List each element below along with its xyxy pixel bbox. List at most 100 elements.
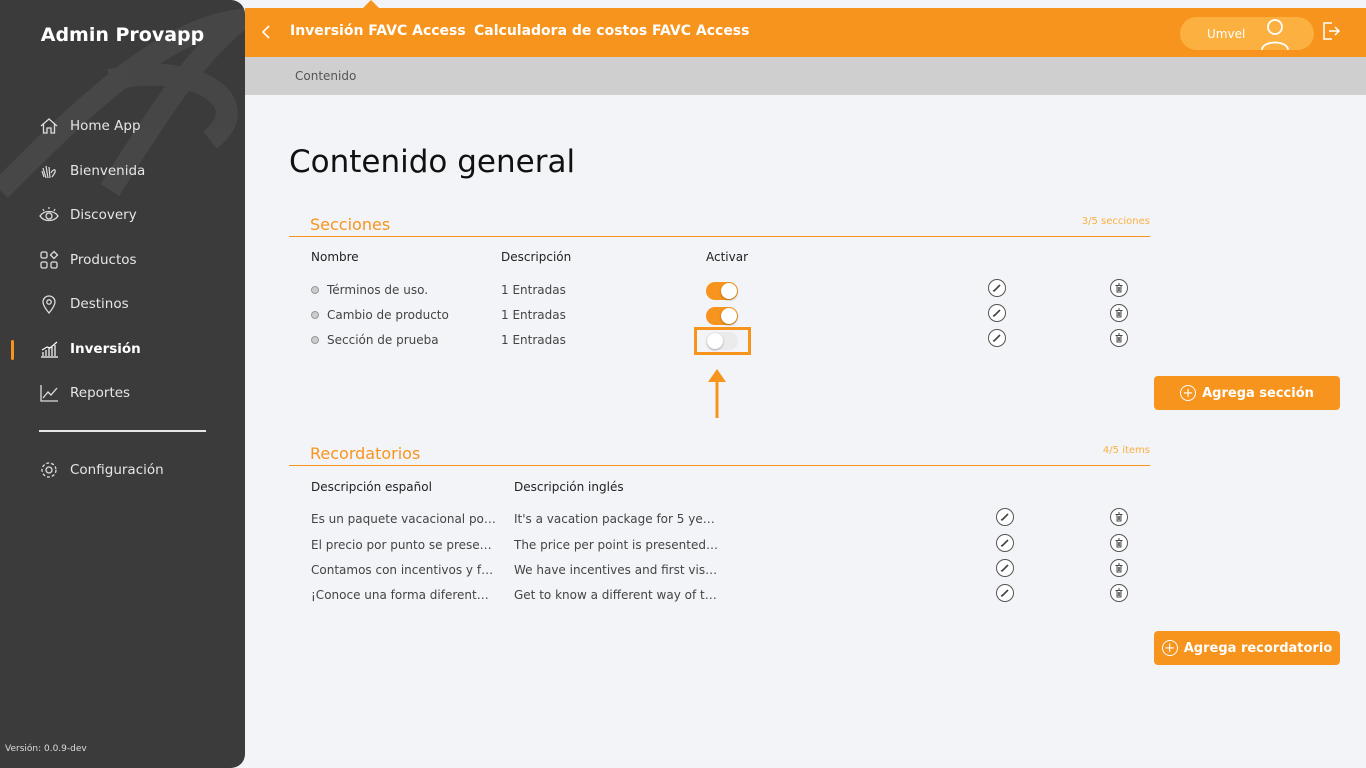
plus-circle-icon: +	[1161, 640, 1178, 656]
column-header-descripcion: Descripción	[501, 250, 572, 264]
seccion-activate-toggle[interactable]	[706, 282, 738, 300]
add-recordatorio-label: Agrega recordatorio	[1183, 640, 1333, 656]
gear-icon	[38, 459, 60, 481]
edit-button[interactable]	[996, 508, 1014, 526]
delete-button[interactable]	[1110, 534, 1128, 552]
recordatorio-es: Es un paquete vacacional por…	[311, 512, 496, 526]
delete-button[interactable]	[1110, 584, 1128, 602]
arrow-up-annotation	[708, 369, 726, 418]
logout-icon[interactable]	[1320, 20, 1342, 46]
pencil-icon	[1000, 564, 1009, 572]
pencil-icon	[1000, 513, 1009, 521]
edit-button[interactable]	[988, 329, 1006, 347]
edit-button[interactable]	[988, 279, 1006, 297]
recordatorio-es: El precio por punto se presen…	[311, 538, 496, 552]
products-grid-icon	[38, 249, 60, 271]
trash-icon	[1115, 308, 1123, 318]
pencil-icon	[992, 284, 1001, 292]
bar-chart-icon	[38, 338, 60, 360]
breadcrumb-inversion[interactable]: Inversión FAVC Access	[290, 23, 466, 39]
pencil-icon	[1000, 539, 1009, 547]
edit-button[interactable]	[996, 559, 1014, 577]
recordatorio-es: ¡Conoce una forma diferente …	[311, 588, 496, 602]
trash-icon	[1115, 563, 1123, 573]
toggle-knob	[721, 283, 737, 299]
user-menu-button[interactable]: Umvel	[1180, 17, 1314, 51]
sub-breadcrumb-bar: Contenido	[245, 57, 1366, 95]
delete-button[interactable]	[1110, 329, 1128, 347]
trash-icon	[1115, 333, 1123, 343]
row-bullet	[311, 336, 319, 344]
recordatorio-en: It's a vacation package for 5 years.	[514, 512, 719, 526]
trash-icon	[1115, 512, 1123, 522]
toggle-knob	[721, 308, 737, 324]
delete-button[interactable]	[1110, 304, 1128, 322]
column-header-activar: Activar	[706, 250, 749, 264]
user-name: Umvel	[1207, 27, 1246, 41]
sidebar-item-label: Home App	[70, 118, 141, 134]
sub-breadcrumb-label: Contenido	[295, 69, 357, 83]
column-header-descripcion-en: Descripción inglés	[514, 480, 624, 494]
trash-icon	[1115, 283, 1123, 293]
row-bullet	[311, 311, 319, 319]
recordatorios-header: Recordatorios 4/5 items	[289, 442, 1150, 466]
sidebar-item-label: Productos	[70, 252, 137, 268]
sidebar-item-discovery[interactable]: Discovery	[38, 200, 137, 230]
seccion-activate-toggle[interactable]	[706, 307, 738, 325]
sidebar-item-configuracion[interactable]: Configuración	[38, 455, 164, 485]
recordatorio-es: Contamos con incentivos y fa…	[311, 563, 496, 577]
sidebar: Admin Provapp Home App Bienvenida Discov…	[0, 0, 245, 768]
sidebar-item-inversion[interactable]: Inversión	[38, 334, 141, 364]
recordatorios-count: 4/5 items	[1102, 445, 1150, 456]
trend-chart-icon	[38, 382, 60, 404]
plus-circle-icon: +	[1180, 385, 1197, 401]
sidebar-item-label: Bienvenida	[70, 163, 146, 179]
sidebar-item-label: Discovery	[70, 207, 137, 223]
recordatorio-en: The price per point is presented i…	[514, 538, 719, 552]
sidebar-item-label: Destinos	[70, 296, 129, 312]
column-header-descripcion-es: Descripción español	[311, 480, 432, 494]
row-bullet	[311, 286, 319, 294]
recordatorio-en: Get to know a different way of tra…	[514, 588, 719, 602]
sidebar-item-bienvenida[interactable]: Bienvenida	[38, 156, 145, 186]
seccion-name: Sección de prueba	[327, 333, 439, 347]
version-label: Versión: 0.0.9-dev	[5, 744, 87, 754]
delete-button[interactable]	[1110, 559, 1128, 577]
pencil-icon	[992, 334, 1001, 342]
sidebar-item-label: Inversión	[70, 341, 141, 357]
active-crumb-notch	[363, 0, 379, 8]
add-seccion-button[interactable]: + Agrega sección	[1154, 376, 1340, 410]
home-icon	[38, 115, 60, 137]
sidebar-item-destinos[interactable]: Destinos	[38, 289, 129, 319]
secciones-count: 3/5 secciones	[1081, 216, 1150, 227]
delete-button[interactable]	[1110, 508, 1128, 526]
delete-button[interactable]	[1110, 279, 1128, 297]
location-pin-icon	[38, 293, 60, 315]
back-chevron-icon[interactable]	[259, 22, 273, 42]
eye-icon	[38, 204, 60, 226]
breadcrumb-calculadora[interactable]: Calculadora de costos FAVC Access	[474, 23, 749, 39]
secciones-header: Secciones 3/5 secciones	[289, 213, 1150, 237]
edit-button[interactable]	[988, 304, 1006, 322]
sidebar-item-reportes[interactable]: Reportes	[38, 378, 130, 408]
recordatorio-en: We have incentives and first visit …	[514, 563, 719, 577]
sidebar-item-productos[interactable]: Productos	[38, 245, 137, 275]
sidebar-item-label: Configuración	[70, 462, 164, 478]
seccion-desc: 1 Entradas	[501, 333, 566, 347]
seccion-name: Términos de uso.	[327, 283, 429, 297]
top-bar: Inversión FAVC Access Calculadora de cos…	[245, 0, 1366, 57]
page-title: Contenido general	[289, 144, 576, 180]
seccion-desc: 1 Entradas	[501, 283, 566, 297]
sidebar-divider	[39, 430, 206, 432]
edit-button[interactable]	[996, 584, 1014, 602]
add-seccion-label: Agrega sección	[1202, 385, 1314, 401]
seccion-desc: 1 Entradas	[501, 308, 566, 322]
sidebar-item-home-app[interactable]: Home App	[38, 111, 141, 141]
trash-icon	[1115, 538, 1123, 548]
pencil-icon	[992, 309, 1001, 317]
secciones-title: Secciones	[310, 215, 391, 234]
add-recordatorio-button[interactable]: + Agrega recordatorio	[1154, 631, 1340, 665]
edit-button[interactable]	[996, 534, 1014, 552]
recordatorios-title: Recordatorios	[310, 444, 421, 463]
trash-icon	[1115, 588, 1123, 598]
